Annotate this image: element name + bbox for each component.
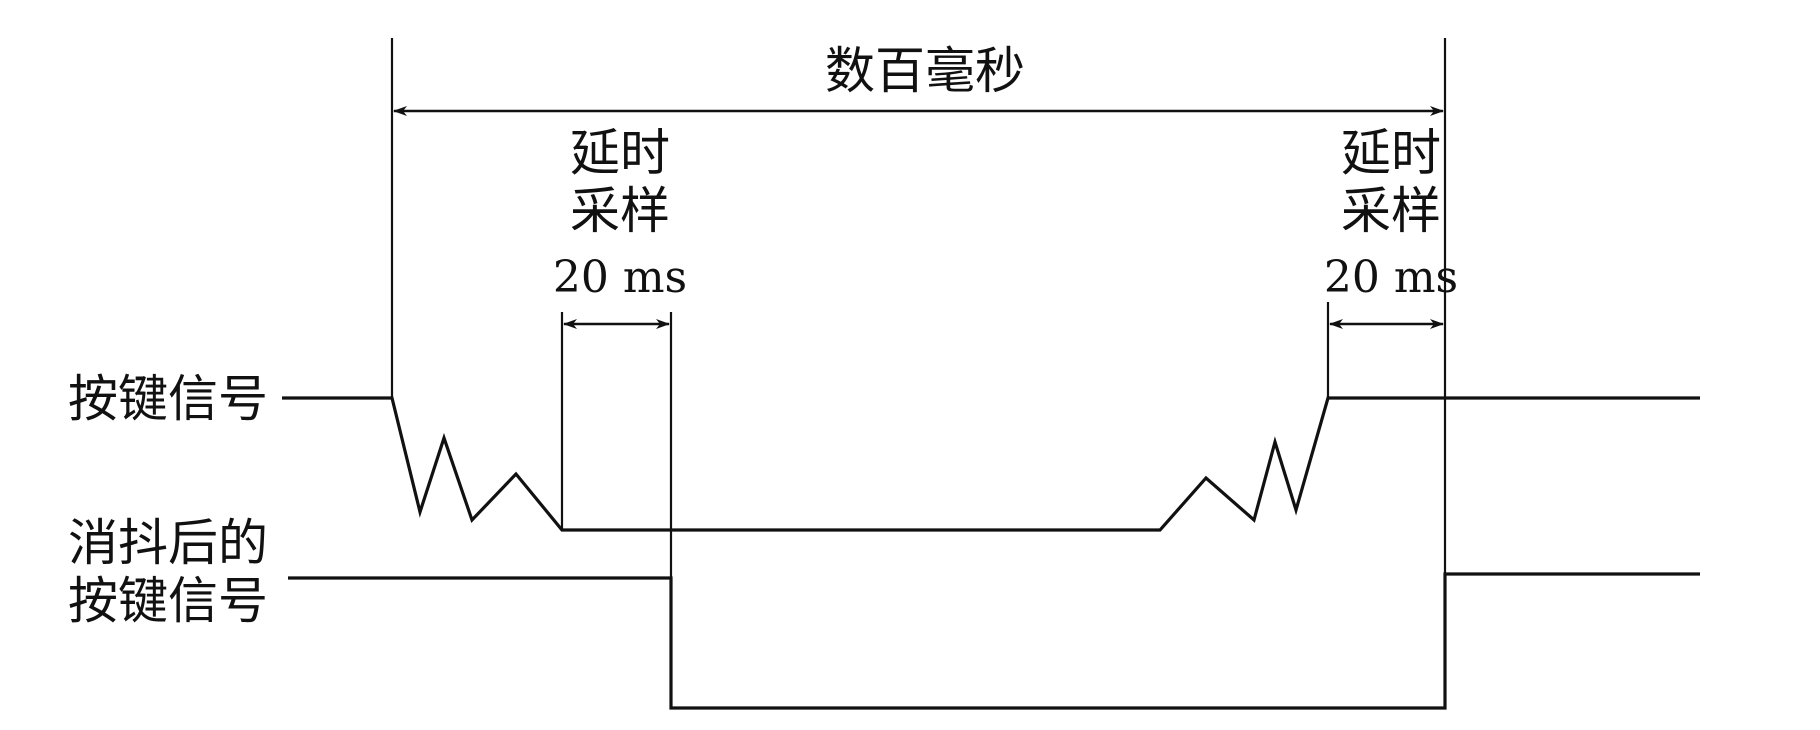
delay-right-label-line2: 采样	[1341, 182, 1441, 240]
raw-key-signal-waveform	[282, 396, 1700, 532]
debounced-signal-label-line1: 消抖后的	[68, 514, 268, 572]
delay-left-label-line3: 20 ms	[553, 252, 687, 303]
key-debounce-timing-diagram: 数百毫秒 延时 采样 20 ms 延时 采样 20 ms 按键信号 消抖后的 按…	[68, 38, 1700, 710]
span-label: 数百毫秒	[825, 42, 1025, 100]
delay-right-label-line3: 20 ms	[1324, 252, 1458, 303]
raw-signal-label: 按键信号	[68, 370, 268, 428]
delay-left-label-line1: 延时	[570, 124, 670, 182]
delay-left-label-line2: 采样	[570, 182, 670, 240]
delay-right-label-line1: 延时	[1341, 124, 1441, 182]
debounced-key-signal-waveform	[288, 572, 1700, 710]
debounced-signal-label-line2: 按键信号	[68, 572, 268, 630]
